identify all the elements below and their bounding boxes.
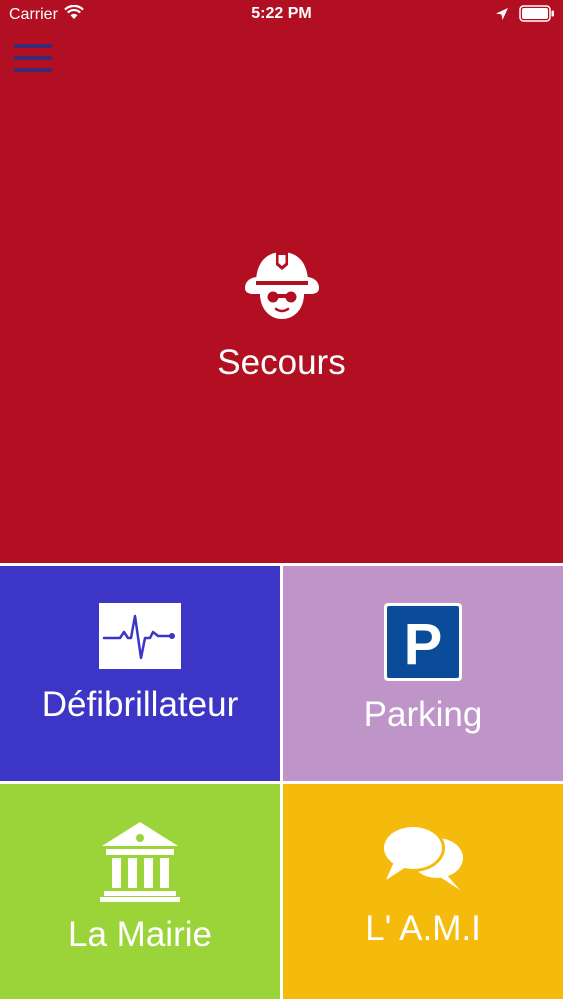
heartbeat-monitor-icon (98, 602, 182, 677)
tile-secours-label: Secours (217, 343, 346, 382)
town-hall-icon (98, 820, 182, 907)
tile-la-mairie-content: La Mairie (0, 820, 280, 955)
tile-l-ami[interactable]: L' A.M.I (283, 784, 563, 999)
tile-l-ami-label: L' A.M.I (365, 909, 481, 948)
app-screen: Secours Carrier 5:22 PM Défibrillateur P… (0, 0, 563, 1000)
parking-sign-icon: P (383, 602, 463, 687)
tile-secours-content[interactable]: Secours (0, 246, 563, 383)
tile-la-mairie-label: La Mairie (68, 915, 212, 954)
tile-la-mairie[interactable]: La Mairie (0, 784, 280, 999)
status-time: 5:22 PM (251, 5, 312, 22)
tile-defibrillateur[interactable]: Défibrillateur (0, 566, 280, 781)
tile-parking-label: Parking (363, 695, 483, 734)
tile-l-ami-content: L' A.M.I (283, 820, 563, 949)
chat-bubbles-icon (380, 820, 466, 901)
status-right (495, 5, 555, 27)
tile-defibrillateur-content: Défibrillateur (0, 602, 280, 725)
battery-icon (519, 5, 555, 27)
location-arrow-icon (495, 7, 509, 26)
tile-parking-content: P Parking (283, 602, 563, 735)
status-bar: Carrier 5:22 PM (0, 0, 563, 30)
menu-button[interactable] (14, 42, 54, 76)
firefighter-icon (243, 246, 321, 331)
tile-defibrillateur-label: Défibrillateur (41, 685, 239, 724)
svg-text:P: P (404, 612, 443, 677)
tile-parking[interactable]: P Parking (283, 566, 563, 781)
tile-secours[interactable]: Secours (0, 0, 563, 563)
